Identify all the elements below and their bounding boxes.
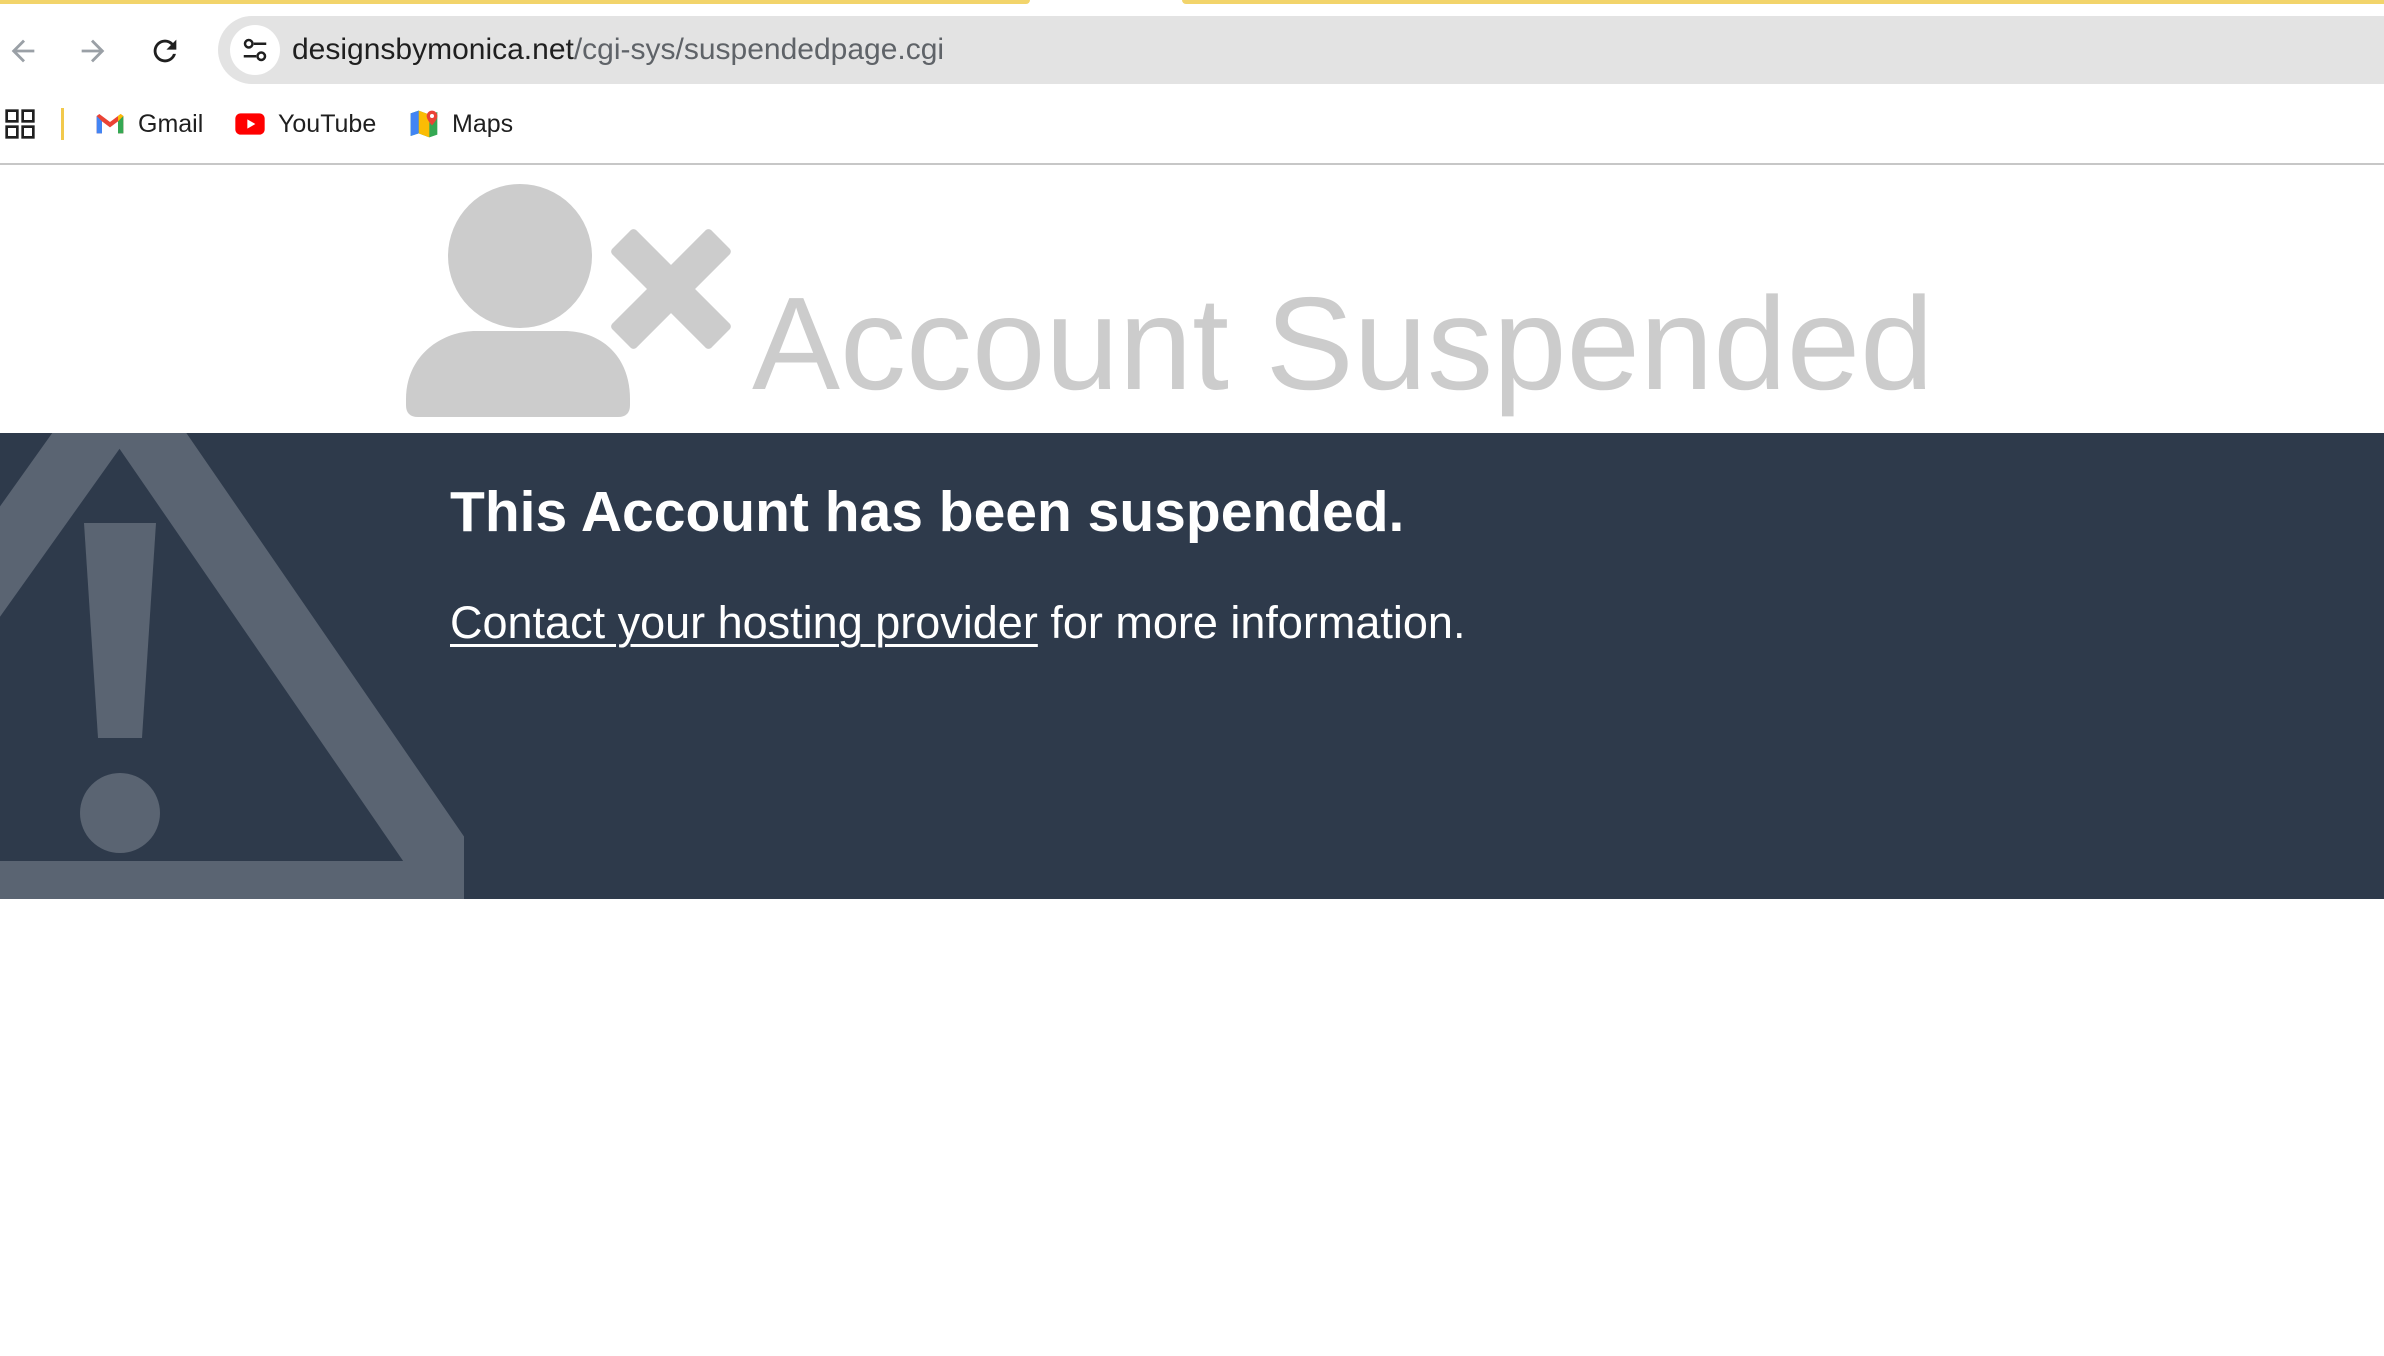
youtube-icon xyxy=(235,113,265,135)
bookmark-label: YouTube xyxy=(278,109,377,138)
gmail-icon xyxy=(96,114,124,134)
back-button[interactable] xyxy=(0,28,46,74)
page-title: Account Suspended xyxy=(752,270,1934,417)
url-path: /cgi-sys/suspendedpage.cgi xyxy=(573,33,945,66)
site-info-button[interactable] xyxy=(230,25,280,75)
tab-strip-accent xyxy=(0,0,1030,4)
bookmarks-bar: Gmail YouTube Maps xyxy=(0,98,2384,150)
contact-message-rest: for more information. xyxy=(1037,597,1466,648)
page-content: Account Suspended This Account has been … xyxy=(0,165,2384,1356)
reload-button[interactable] xyxy=(142,28,188,74)
bookmark-label: Maps xyxy=(452,109,514,138)
back-arrow-icon xyxy=(11,39,35,63)
forward-button[interactable] xyxy=(70,28,116,74)
contact-hosting-provider-link[interactable]: Contact your hosting provider xyxy=(450,597,1038,648)
address-bar[interactable]: designsbymonica.net/cgi-sys/suspendedpag… xyxy=(218,16,2384,84)
url-text[interactable]: designsbymonica.net/cgi-sys/suspendedpag… xyxy=(292,16,944,84)
url-host: designsbymonica.net xyxy=(292,33,574,66)
apps-grid-icon[interactable] xyxy=(4,108,36,140)
forward-arrow-icon xyxy=(81,39,105,63)
bookmark-label: Gmail xyxy=(138,109,204,138)
bookmark-maps[interactable]: Maps xyxy=(408,98,513,150)
user-suspended-icon xyxy=(406,184,731,417)
maps-icon xyxy=(410,110,438,138)
tab-strip-accent xyxy=(1182,0,2384,4)
bookmark-youtube[interactable]: YouTube xyxy=(234,98,376,150)
suspension-message-panel: This Account has been suspended. Contact… xyxy=(0,433,2384,899)
suspended-header: Account Suspended xyxy=(0,165,2384,433)
bookmarks-divider xyxy=(61,108,64,140)
contact-message: Contact your hosting provider for more i… xyxy=(450,593,1465,653)
reload-icon xyxy=(153,39,177,63)
tune-icon xyxy=(243,38,267,62)
warning-triangle-icon xyxy=(0,433,464,899)
browser-toolbar: designsbymonica.net/cgi-sys/suspendedpag… xyxy=(0,0,2384,165)
suspension-heading: This Account has been suspended. xyxy=(450,480,1405,544)
bookmark-gmail[interactable]: Gmail xyxy=(94,98,203,150)
